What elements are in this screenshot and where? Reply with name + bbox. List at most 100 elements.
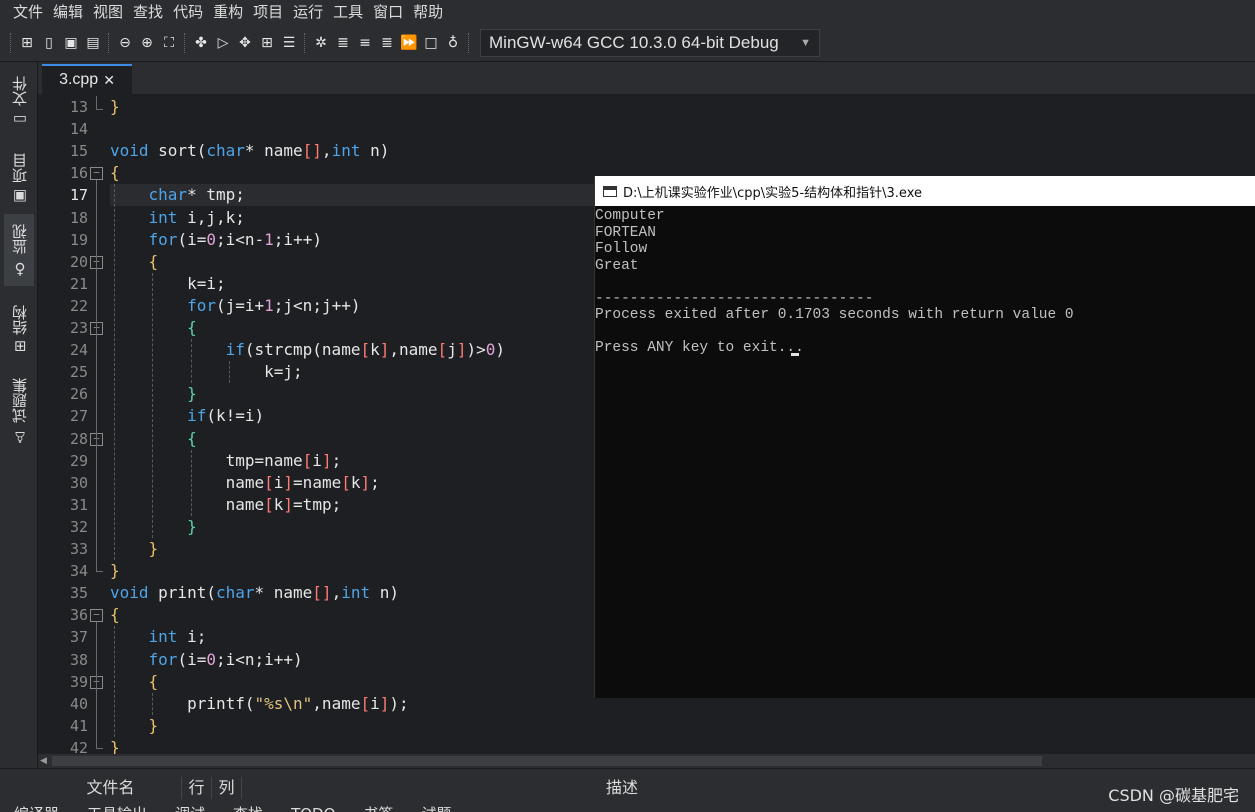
forward-icon[interactable]: ⊕ (138, 34, 156, 52)
tab-3-cpp[interactable]: 3.cpp ✕ (42, 64, 132, 94)
line-number[interactable]: 21 (70, 275, 88, 293)
code-line[interactable]: void print(char* name[],int n) (110, 582, 399, 604)
column-filename[interactable]: 文件名 (0, 777, 182, 799)
sidebar-tab-project[interactable]: ▣ 项目 (4, 148, 34, 210)
line-number[interactable]: 33 (70, 540, 88, 558)
line-number[interactable]: 17 (70, 186, 88, 204)
compile-icon[interactable]: ✤ (192, 34, 210, 52)
menu-item[interactable]: 运行 (288, 0, 328, 24)
code-line[interactable]: tmp=name[i]; (110, 450, 342, 472)
line-number[interactable]: 16 (70, 164, 88, 182)
scrollbar-thumb[interactable] (52, 756, 1042, 766)
back-icon[interactable]: ⊖ (116, 34, 134, 52)
continue-icon[interactable]: ⏩ (400, 34, 418, 52)
line-number[interactable]: 38 (70, 651, 88, 669)
code-line[interactable]: for(j=i+1;j<n;j++) (110, 295, 360, 317)
code-line[interactable]: k=j; (110, 361, 303, 383)
code-line[interactable]: } (110, 560, 120, 582)
line-number[interactable]: 20 (70, 253, 88, 271)
menu-item[interactable]: 工具 (328, 0, 368, 24)
menu-item[interactable]: 帮助 (408, 0, 448, 24)
sidebar-tab-problem-set[interactable]: ♙ 试题集 (4, 372, 34, 452)
column-description[interactable]: 描述 (242, 777, 1242, 799)
code-line[interactable]: void sort(char* name[],int n) (110, 140, 389, 162)
code-line[interactable]: printf("%s\n",name[i]); (110, 693, 409, 715)
code-line[interactable]: name[k]=tmp; (110, 494, 342, 516)
line-number[interactable]: 29 (70, 452, 88, 470)
rebuild-icon[interactable]: ⊞ (258, 34, 276, 52)
menu-item[interactable]: 视图 (88, 0, 128, 24)
tab-bookmarks[interactable]: 书签 (349, 803, 407, 812)
line-number[interactable]: 39 (70, 673, 88, 691)
new-file-icon[interactable]: ⊞ (18, 34, 36, 52)
tab-todo[interactable]: TODO (277, 803, 349, 812)
line-number[interactable]: 27 (70, 407, 88, 425)
code-line[interactable]: { (110, 251, 159, 273)
line-number[interactable]: 32 (70, 518, 88, 536)
line-number[interactable]: 13 (70, 98, 88, 116)
stop-icon[interactable]: □ (422, 34, 440, 52)
code-line[interactable]: } (110, 737, 120, 754)
column-col[interactable]: 列 (212, 777, 242, 799)
fold-toggle-icon[interactable]: − (90, 167, 103, 181)
code-line[interactable]: for(i=0;i<n-1;i++) (110, 229, 322, 251)
line-number[interactable]: 37 (70, 628, 88, 646)
line-number[interactable]: 28 (70, 430, 88, 448)
step-into-icon[interactable]: ≡ (356, 34, 374, 52)
line-number[interactable]: 23 (70, 319, 88, 337)
menu-item[interactable]: 项目 (248, 0, 288, 24)
code-line[interactable]: k=i; (110, 273, 226, 295)
code-line[interactable]: } (110, 715, 159, 737)
compiler-select[interactable]: MinGW-w64 GCC 10.3.0 64-bit Debug ▼ (480, 28, 820, 57)
menu-item[interactable]: 重构 (208, 0, 248, 24)
save-icon[interactable]: ▣ (62, 34, 80, 52)
code-line[interactable]: name[i]=name[k]; (110, 472, 380, 494)
console-title-bar[interactable]: D:\上机课实验作业\cpp\实验5-结构体和指针\3.exe (595, 176, 1255, 206)
run-icon[interactable]: ▷ (214, 34, 232, 52)
sidebar-tab-watch[interactable]: ♁ 监视 (4, 214, 34, 286)
horizontal-scrollbar[interactable]: ◀ (38, 754, 1255, 768)
sidebar-tab-structure[interactable]: ⊞ 结构 (4, 298, 34, 360)
options-icon[interactable]: ☰ (280, 34, 298, 52)
code-line[interactable]: if(k!=i) (110, 405, 264, 427)
scroll-left-icon[interactable]: ◀ (40, 754, 47, 768)
code-line[interactable]: int i; (110, 626, 207, 648)
fullscreen-icon[interactable]: ⛶ (160, 34, 178, 52)
tab-problems[interactable]: 试题 (407, 803, 465, 812)
sidebar-tab-files[interactable]: ▭ 文件 (4, 72, 34, 132)
code-line[interactable]: } (110, 538, 159, 560)
menu-item[interactable]: 窗口 (368, 0, 408, 24)
line-number[interactable]: 41 (70, 717, 88, 735)
line-number[interactable]: 14 (70, 120, 88, 138)
tab-find[interactable]: 查找 (219, 803, 277, 812)
debug-icon[interactable]: ✲ (312, 34, 330, 52)
fold-toggle-icon[interactable]: − (90, 609, 103, 623)
line-number[interactable]: 18 (70, 209, 88, 227)
step-out-icon[interactable]: ≣ (378, 34, 396, 52)
line-number[interactable]: 40 (70, 695, 88, 713)
line-number[interactable]: 15 (70, 142, 88, 160)
line-number[interactable]: 26 (70, 385, 88, 403)
save-all-icon[interactable]: ▤ (84, 34, 102, 52)
menu-item[interactable]: 查找 (128, 0, 168, 24)
code-line[interactable]: } (110, 96, 120, 118)
line-number[interactable]: 34 (70, 562, 88, 580)
close-icon[interactable]: ✕ (103, 72, 115, 89)
console-window[interactable]: D:\上机课实验作业\cpp\实验5-结构体和指针\3.exe Computer… (594, 176, 1255, 698)
add-watch-icon[interactable]: ♁ (444, 34, 462, 52)
code-line[interactable]: { (110, 162, 120, 184)
tab-compiler[interactable]: 编译器 (0, 803, 73, 812)
tab-debug[interactable]: 调试 (161, 803, 219, 812)
step-over-icon[interactable]: ≣ (334, 34, 352, 52)
code-line[interactable]: int i,j,k; (110, 207, 245, 229)
line-number[interactable]: 31 (70, 496, 88, 514)
line-number[interactable]: 36 (70, 606, 88, 624)
menu-item[interactable]: 文件 (8, 0, 48, 24)
line-number[interactable]: 22 (70, 297, 88, 315)
code-line[interactable]: { (110, 604, 120, 626)
line-number[interactable]: 19 (70, 231, 88, 249)
tab-tool-output[interactable]: 工具输出 (73, 803, 161, 812)
line-number[interactable]: 25 (70, 363, 88, 381)
line-number[interactable]: 24 (70, 341, 88, 359)
line-number[interactable]: 35 (70, 584, 88, 602)
